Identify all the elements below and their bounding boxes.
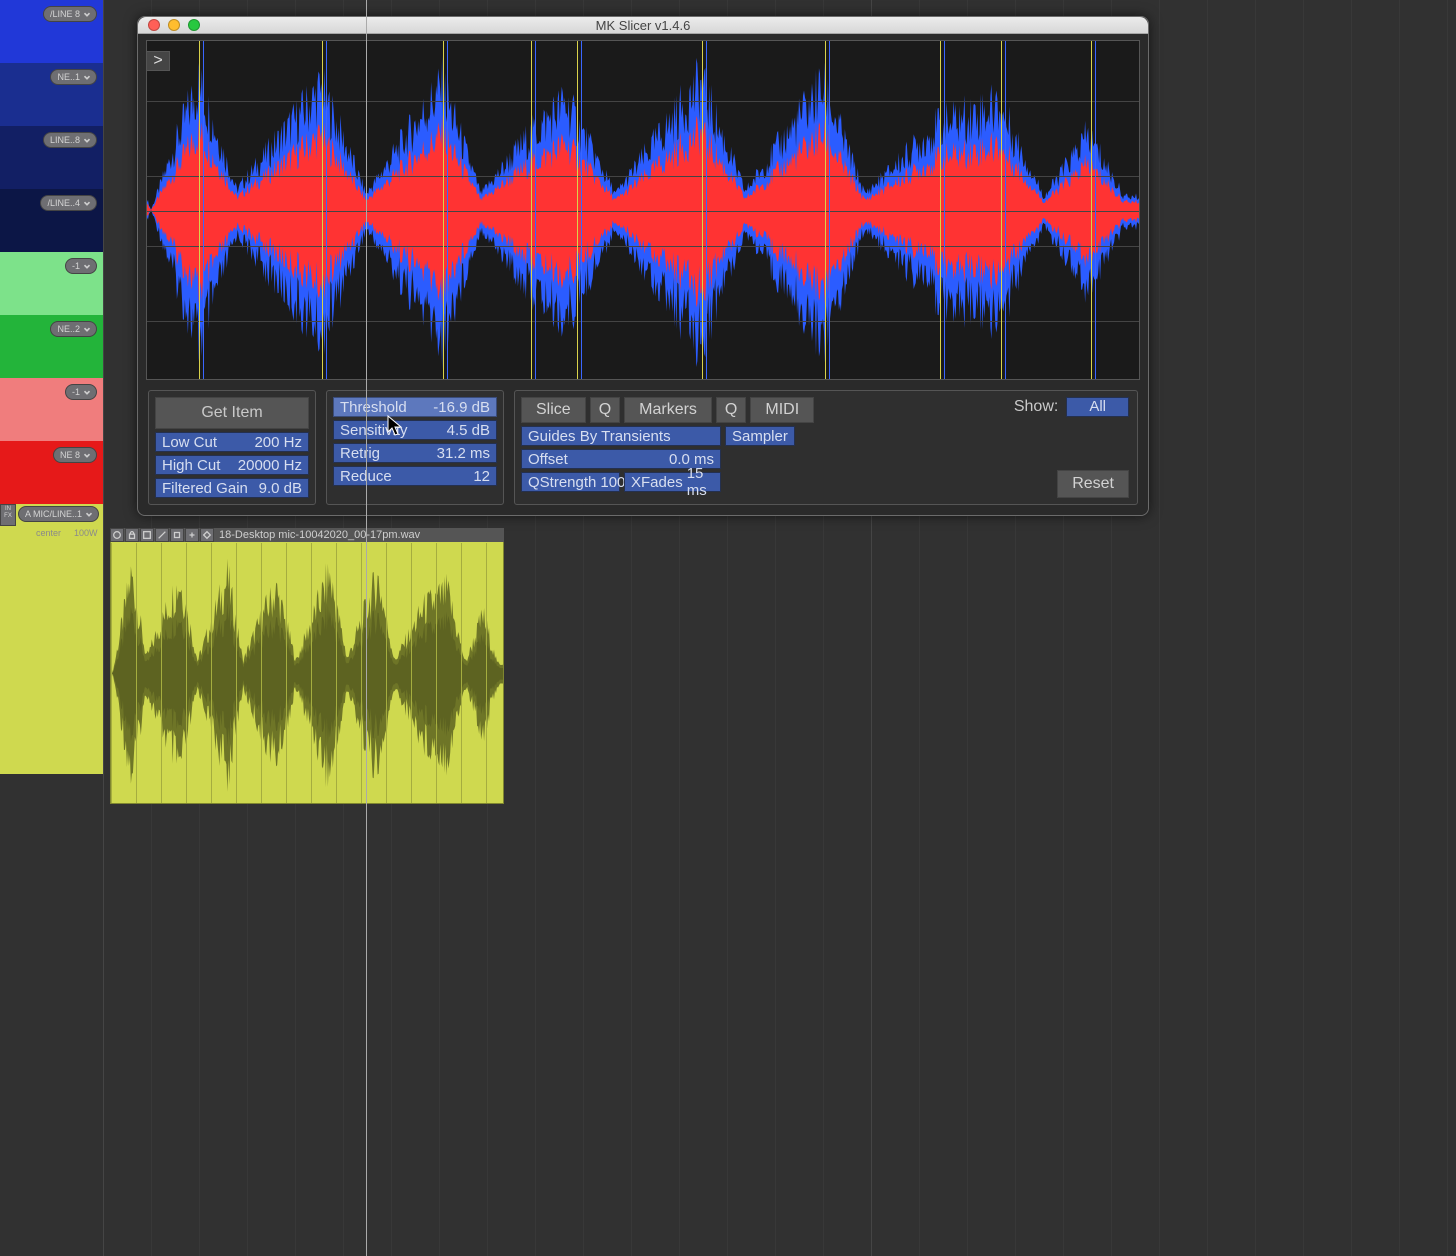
chevron-down-icon (82, 72, 92, 82)
qstrength-label: QStrength (528, 474, 596, 491)
chevron-down-icon (82, 324, 92, 334)
guides-mode[interactable]: Guides By Transients (521, 426, 721, 446)
audio-item-bar[interactable]: 18-Desktop mic-10042020_00-17pm.wav (110, 528, 504, 542)
plugin-window[interactable]: MK Slicer v1.4.6 > Get Item Low Cut 200 H… (137, 16, 1149, 516)
track-io-tag[interactable]: NE 8 (53, 447, 97, 463)
width-label: 100W (74, 528, 98, 538)
track-header[interactable]: -1 (0, 378, 103, 441)
markers-button[interactable]: Markers (624, 397, 712, 423)
waveform-scope[interactable] (146, 40, 1140, 380)
track-header[interactable]: LINE..8 (0, 126, 103, 189)
track-header[interactable]: NE..1 (0, 63, 103, 126)
item-fx-icon[interactable] (155, 528, 169, 542)
audio-item[interactable] (110, 528, 504, 804)
detect-pane: Threshold -16.9 dB Sensitivity4.5 dB Retr… (326, 390, 504, 505)
lowcut-row[interactable]: Low Cut 200 Hz (155, 432, 309, 452)
track-io-tag[interactable]: -1 (65, 384, 97, 400)
q1-button[interactable]: Q (590, 397, 620, 423)
get-item-button[interactable]: Get Item (155, 397, 309, 429)
track-io-tag[interactable]: -1 (65, 258, 97, 274)
chevron-down-icon (82, 387, 92, 397)
reduce-value: 12 (473, 468, 490, 485)
minimize-icon[interactable] (168, 19, 180, 31)
qstrength-value: 100 (600, 474, 625, 491)
show-label: Show: (1014, 398, 1058, 416)
track-header[interactable]: /LINE..4 (0, 189, 103, 252)
chevron-right-icon[interactable]: > (146, 51, 170, 71)
titlebar[interactable]: MK Slicer v1.4.6 (138, 17, 1148, 34)
item-c-icon[interactable] (200, 528, 214, 542)
track-header[interactable]: -1 (0, 252, 103, 315)
threshold-value: -16.9 dB (433, 399, 490, 416)
xfades-row[interactable]: XFades 15 ms (624, 472, 721, 492)
track-io-tag[interactable]: LINE..8 (43, 132, 97, 148)
offset-label: Offset (528, 451, 568, 468)
q2-button[interactable]: Q (716, 397, 746, 423)
sampler-button[interactable]: Sampler (725, 426, 795, 446)
retrig-row[interactable]: Retrig 31.2 ms (333, 443, 497, 463)
chevron-down-icon (82, 198, 92, 208)
zoom-icon[interactable] (188, 19, 200, 31)
highcut-label: High Cut (162, 457, 220, 474)
sampler-label: Sampler (732, 428, 788, 445)
item-mute-icon[interactable] (110, 528, 124, 542)
filteredgain-value: 9.0 dB (259, 480, 302, 497)
qstrength-row[interactable]: QStrength 100 (521, 472, 620, 492)
track-io-tag[interactable]: /LINE..4 (40, 195, 97, 211)
play-cursor[interactable] (366, 0, 367, 1256)
track-header[interactable]: /LINE 8 (0, 0, 103, 63)
retrig-value: 31.2 ms (437, 445, 490, 462)
xfades-value: 15 ms (687, 465, 714, 499)
window-title: MK Slicer v1.4.6 (138, 18, 1148, 33)
midi-button[interactable]: MIDI (750, 397, 814, 423)
scope-waveform (147, 41, 1139, 379)
sensitivity-value: 4.5 dB (447, 422, 490, 439)
track-io-tag[interactable]: NE..1 (50, 69, 97, 85)
threshold-label: Threshold (340, 399, 407, 416)
reduce-row[interactable]: Reduce12 (333, 466, 497, 486)
filter-pane: Get Item Low Cut200 Hz High Cut20000 Hz … (148, 390, 316, 505)
chevron-down-icon (82, 450, 92, 460)
highcut-row[interactable]: High Cut 20000 Hz (155, 455, 309, 475)
audio-item-waveform (111, 543, 503, 804)
track-io-tag[interactable]: NE..2 (50, 321, 97, 337)
chevron-down-icon (82, 261, 92, 271)
plugin-client: Get Item Low Cut200 Hz High Cut20000 Hz … (138, 34, 1148, 515)
item-notes-icon[interactable] (140, 528, 154, 542)
guides-label: Guides By Transients (528, 428, 671, 445)
item-a-icon[interactable] (170, 528, 184, 542)
filteredgain-row[interactable]: Filtered Gain 9.0 dB (155, 478, 309, 498)
filteredgain-label: Filtered Gain (162, 480, 248, 497)
track-io-tag[interactable]: A MIC/LINE..1 (18, 506, 99, 522)
track-strip: /LINE 8 NE..1 LINE..8/LINE..4 -1 NE..2 -1 NE 8… (0, 0, 103, 1256)
threshold-row[interactable]: Threshold -16.9 dB (333, 397, 497, 417)
reset-button[interactable]: Reset (1057, 470, 1129, 498)
show-select[interactable]: All (1066, 397, 1129, 417)
track-io-tag[interactable]: /LINE 8 (43, 6, 97, 22)
track-header[interactable]: NE 8 (0, 441, 103, 504)
sensitivity-row[interactable]: Sensitivity4.5 dB (333, 420, 497, 440)
track-header[interactable]: NE..2 (0, 315, 103, 378)
item-lock-icon[interactable] (125, 528, 139, 542)
actions-pane: Slice Q Markers Q MIDI Guides By Transie… (514, 390, 1138, 505)
lowcut-value: 200 Hz (254, 434, 302, 451)
in-fx-cell[interactable]: INFX (0, 504, 16, 526)
chevron-down-icon (82, 9, 92, 19)
mouse-cursor-icon (387, 415, 403, 437)
lowcut-label: Low Cut (162, 434, 217, 451)
pan-label: center (36, 528, 61, 538)
item-b-icon[interactable] (185, 528, 199, 542)
retrig-label: Retrig (340, 445, 380, 462)
chevron-down-icon (84, 509, 94, 519)
selected-track-header[interactable]: INFXA MIC/LINE..1 center 100W (0, 504, 103, 774)
slice-button[interactable]: Slice (521, 397, 586, 423)
chevron-down-icon (82, 135, 92, 145)
audio-item-name: 18-Desktop mic-10042020_00-17pm.wav (219, 529, 420, 541)
highcut-value: 20000 Hz (238, 457, 302, 474)
xfades-label: XFades (631, 474, 683, 491)
close-icon[interactable] (148, 19, 160, 31)
